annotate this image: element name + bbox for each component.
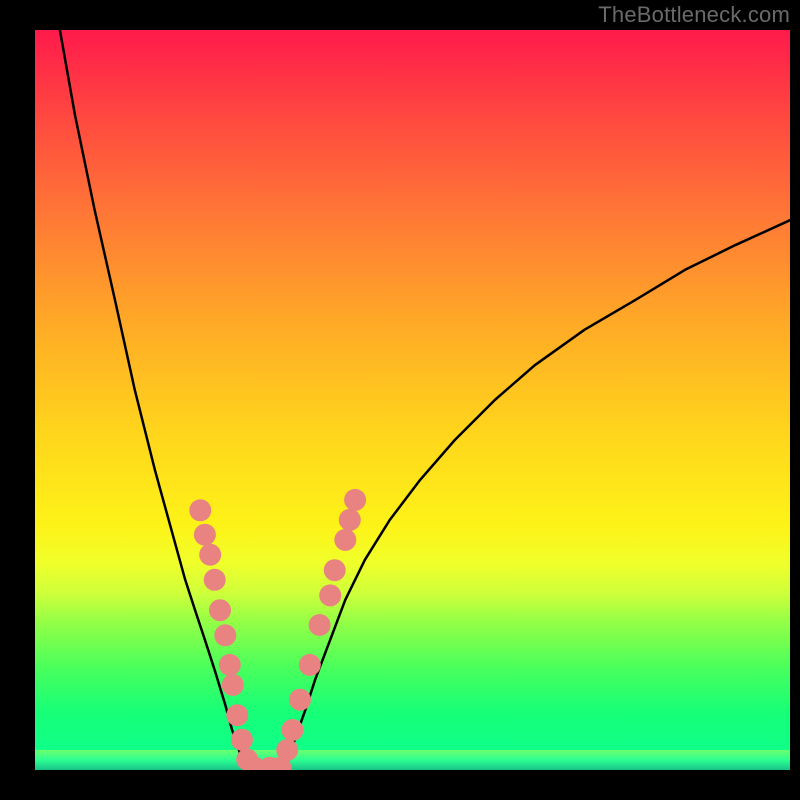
scatter-point (276, 739, 298, 761)
scatter-layer (35, 30, 790, 770)
plot-area (35, 30, 790, 770)
scatter-point (319, 584, 341, 606)
scatter-point (231, 729, 253, 751)
scatter-group (189, 489, 366, 770)
scatter-point (209, 599, 231, 621)
scatter-point (226, 704, 248, 726)
scatter-point (334, 529, 356, 551)
scatter-point (344, 489, 366, 511)
watermark-label: TheBottleneck.com (598, 2, 790, 28)
scatter-point (214, 624, 236, 646)
scatter-point (309, 614, 331, 636)
scatter-point (324, 559, 346, 581)
scatter-point (199, 544, 221, 566)
scatter-point (299, 654, 321, 676)
scatter-point (219, 654, 241, 676)
scatter-point (289, 689, 311, 711)
scatter-point (282, 719, 304, 741)
scatter-point (189, 499, 211, 521)
scatter-point (204, 569, 226, 591)
chart-frame: TheBottleneck.com (0, 0, 800, 800)
scatter-point (194, 524, 216, 546)
scatter-point (222, 674, 244, 696)
scatter-point (339, 509, 361, 531)
